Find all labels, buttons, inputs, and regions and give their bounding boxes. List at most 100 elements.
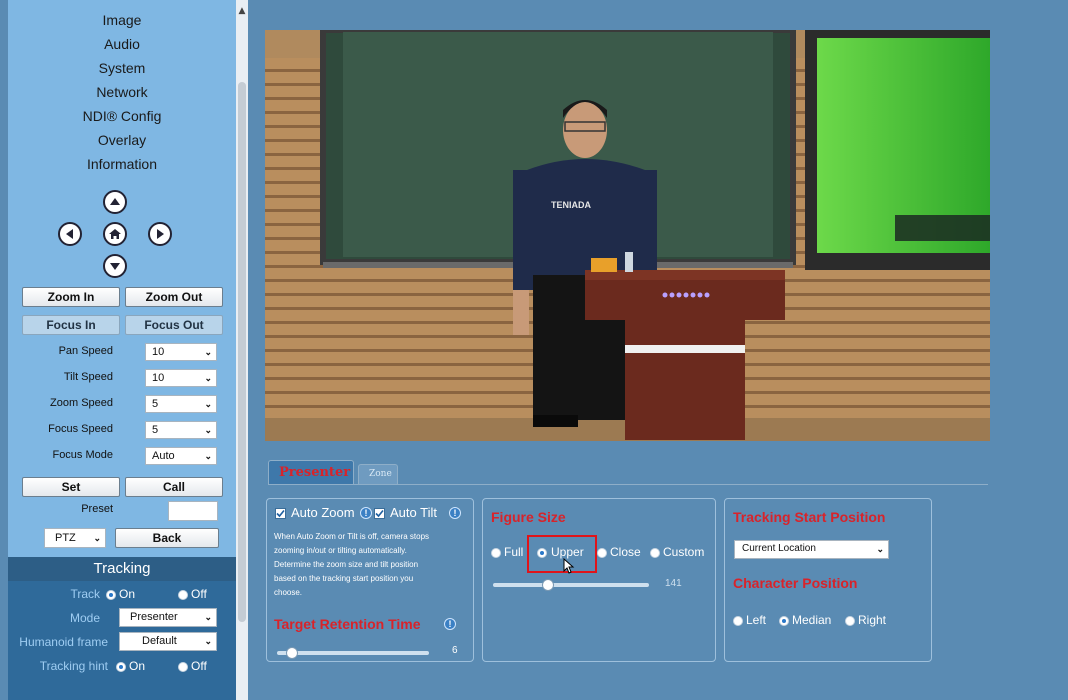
figure-size-custom-radio[interactable] xyxy=(650,548,660,558)
figure-size-full-radio[interactable] xyxy=(491,548,501,558)
pan-speed-value: 10 xyxy=(152,346,165,358)
figure-size-close-radio[interactable] xyxy=(597,548,607,558)
focus-out-button[interactable]: Focus Out xyxy=(125,315,223,335)
set-button[interactable]: Set xyxy=(22,477,120,497)
menu-item-information[interactable]: Information xyxy=(8,156,236,172)
focus-mode-value: Auto xyxy=(152,450,175,462)
pan-left-button[interactable] xyxy=(58,222,82,246)
pan-speed-select[interactable]: 10 ⌄ xyxy=(145,343,217,361)
figure-size-panel: Figure Size Full Upper Close Custom 141 xyxy=(482,498,716,662)
arrow-right-icon xyxy=(157,229,164,239)
auto-zoom-info-icon[interactable]: ! xyxy=(360,507,372,519)
help-line: zooming in/out or tilting automatically. xyxy=(274,546,407,555)
help-line: based on the tracking start position you xyxy=(274,574,414,583)
menu-item-network[interactable]: Network xyxy=(8,84,236,100)
tab-divider xyxy=(268,484,988,485)
shirt-text: TENIADA xyxy=(551,200,591,210)
tracking-start-value: Current Location xyxy=(742,543,816,554)
sidebar-scrollbar-thumb[interactable] xyxy=(238,82,246,622)
retention-info-icon[interactable]: ! xyxy=(444,618,456,630)
track-on-label: On xyxy=(119,587,136,601)
auto-zoom-checkbox[interactable] xyxy=(275,508,286,519)
help-line: Determine the zoom size and tilt positio… xyxy=(274,560,419,569)
tracking-hint-label: Tracking hint xyxy=(39,659,108,673)
character-position-left-label: Left xyxy=(746,613,767,627)
selection-highlight-box xyxy=(527,535,597,573)
menu-item-image[interactable]: Image xyxy=(8,12,236,28)
home-button[interactable] xyxy=(103,222,127,246)
camera-video-feed: TENIADA xyxy=(265,30,990,441)
back-button[interactable]: Back xyxy=(115,528,219,548)
figure-size-slider-thumb[interactable] xyxy=(541,579,554,591)
focus-speed-label: Focus Speed xyxy=(48,423,113,435)
pan-down-button[interactable] xyxy=(103,254,127,278)
tracking-section: Track On Off Mode Presenter ⌄ Humanoid fr… xyxy=(8,581,236,700)
call-button[interactable]: Call xyxy=(125,477,223,497)
auto-tilt-checkbox[interactable] xyxy=(374,508,385,519)
tracking-start-select[interactable]: Current Location ⌄ xyxy=(734,540,889,559)
mode-select[interactable]: Presenter ⌄ xyxy=(119,608,217,627)
track-off-radio[interactable] xyxy=(178,590,188,600)
chevron-down-icon: ⌄ xyxy=(204,636,212,646)
auto-tilt-label: Auto Tilt xyxy=(390,505,437,520)
mode-value: Presenter xyxy=(130,611,178,623)
auto-zoom-label: Auto Zoom xyxy=(291,505,355,520)
figure-size-custom-label: Custom xyxy=(663,545,705,559)
tab-zone[interactable]: Zone xyxy=(358,464,398,484)
tracking-hint-on-radio[interactable] xyxy=(116,662,126,672)
chevron-down-icon: ⌄ xyxy=(204,373,212,383)
focus-in-button[interactable]: Focus In xyxy=(22,315,120,335)
ptz-select[interactable]: PTZ ⌄ xyxy=(44,528,106,548)
menu-item-overlay[interactable]: Overlay xyxy=(8,132,236,148)
character-position-left-radio[interactable] xyxy=(733,616,743,626)
tab-presenter-label: Presenter xyxy=(279,465,351,480)
character-position-right-label: Right xyxy=(858,613,887,627)
character-position-title: Character Position xyxy=(733,575,858,591)
chevron-down-icon: ⌄ xyxy=(204,451,212,461)
retention-slider-thumb[interactable] xyxy=(286,647,299,659)
ptz-select-value: PTZ xyxy=(55,532,76,544)
humanoid-frame-value: Default xyxy=(142,635,177,647)
chevron-down-icon: ⌄ xyxy=(204,425,212,435)
auto-zoom-tilt-panel: Auto Zoom ! Auto Tilt ! When Auto Zoom o… xyxy=(266,498,474,662)
character-position-right-radio[interactable] xyxy=(845,616,855,626)
menu-item-audio[interactable]: Audio xyxy=(8,36,236,52)
zoom-in-button[interactable]: Zoom In xyxy=(22,287,120,307)
pan-right-button[interactable] xyxy=(148,222,172,246)
tilt-speed-select[interactable]: 10 ⌄ xyxy=(145,369,217,387)
home-icon xyxy=(109,229,121,239)
tab-presenter[interactable]: Presenter xyxy=(268,460,354,484)
tracking-hint-on-label: On xyxy=(129,659,146,673)
humanoid-frame-select[interactable]: Default ⌄ xyxy=(119,632,217,651)
checkmark-icon xyxy=(276,509,285,518)
help-line: choose. xyxy=(274,588,303,597)
humanoid-frame-label: Humanoid frame xyxy=(19,635,108,649)
help-line: When Auto Zoom or Tilt is off, camera st… xyxy=(274,532,430,541)
retention-slider-track[interactable] xyxy=(277,651,429,655)
focus-speed-select[interactable]: 5 ⌄ xyxy=(145,421,217,439)
focus-speed-value: 5 xyxy=(152,424,159,436)
scroll-up-arrow-icon[interactable]: ▲ xyxy=(236,6,248,16)
tracking-start-title: Tracking Start Position xyxy=(733,509,886,525)
preset-input[interactable] xyxy=(168,501,218,521)
camera-scene-image: TENIADA xyxy=(265,30,990,441)
mouse-cursor-icon xyxy=(563,558,575,574)
tracking-start-panel: Tracking Start Position Current Location… xyxy=(724,498,932,662)
menu-item-ndi-config[interactable]: NDI® Config xyxy=(8,108,236,124)
track-on-radio[interactable] xyxy=(106,590,116,600)
zoom-out-button[interactable]: Zoom Out xyxy=(125,287,223,307)
character-position-median-label: Median xyxy=(792,613,832,627)
pan-up-button[interactable] xyxy=(103,190,127,214)
checkmark-icon xyxy=(375,509,384,518)
focus-mode-select[interactable]: Auto ⌄ xyxy=(145,447,217,465)
figure-size-slider-track[interactable] xyxy=(493,583,649,587)
zoom-speed-select[interactable]: 5 ⌄ xyxy=(145,395,217,413)
character-position-median-radio[interactable] xyxy=(779,616,789,626)
tracking-hint-off-radio[interactable] xyxy=(178,662,188,672)
figure-size-slider-value: 141 xyxy=(665,578,682,589)
retention-value: 6 xyxy=(452,645,458,656)
menu-item-system[interactable]: System xyxy=(8,60,236,76)
auto-tilt-info-icon[interactable]: ! xyxy=(449,507,461,519)
target-retention-title: Target Retention Time xyxy=(274,616,421,632)
track-label: Track xyxy=(70,587,100,601)
